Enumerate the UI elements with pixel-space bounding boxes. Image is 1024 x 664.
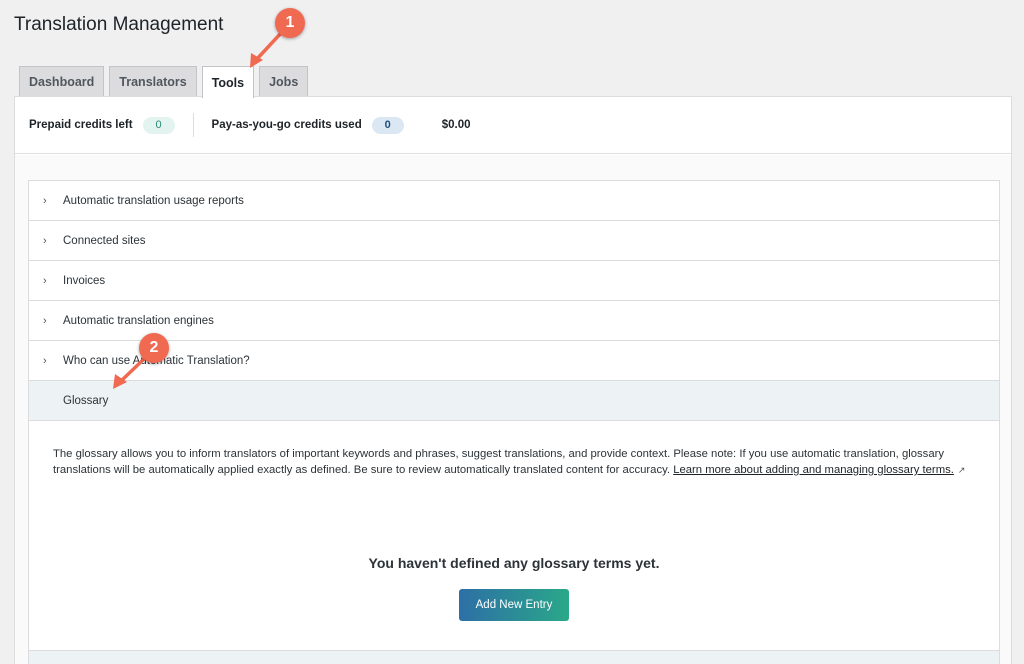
accordion-item-invoices[interactable]: › Invoices <box>29 261 999 301</box>
chevron-right-icon: › <box>43 314 47 327</box>
annotation-badge-1: 1 <box>275 8 305 38</box>
accordion-item-label: Invoices <box>63 274 106 287</box>
tools-accordion: › Automatic translation usage reports › … <box>28 180 1000 664</box>
divider <box>192 113 194 137</box>
tools-panel: Prepaid credits left 0 Pay-as-you-go cre… <box>14 96 1012 664</box>
tab-tools[interactable]: Tools <box>201 66 255 98</box>
accordion-item-connected-sites[interactable]: › Connected sites <box>29 221 999 261</box>
annotation-badge-2: 2 <box>139 333 169 363</box>
accordion-item-glossary[interactable]: Glossary <box>29 381 999 421</box>
page-title: Translation Management <box>14 14 224 35</box>
prepaid-credits-label: Prepaid credits left <box>29 119 133 131</box>
chevron-right-icon: › <box>43 274 47 287</box>
accordion-item-label: Automatic translation usage reports <box>63 194 244 207</box>
accordion-item-usage-reports[interactable]: › Automatic translation usage reports <box>29 181 999 221</box>
glossary-learn-more-link[interactable]: Learn more about adding and managing glo… <box>673 464 954 476</box>
chevron-right-icon: › <box>43 194 47 207</box>
accordion-item-label: Automatic translation engines <box>63 314 214 327</box>
payg-amount: $0.00 <box>441 119 471 131</box>
glossary-description: The glossary allows you to inform transl… <box>53 446 973 478</box>
payg-credits-badge: 0 <box>371 116 404 134</box>
chevron-right-icon: › <box>43 234 47 247</box>
accordion-item-label: Glossary <box>63 394 109 407</box>
add-new-entry-button[interactable]: Add New Entry <box>459 589 569 621</box>
accordion-footer <box>29 651 999 664</box>
external-link-icon: ↗ <box>957 465 966 475</box>
arrow-line <box>254 30 284 62</box>
tab-jobs[interactable]: Jobs <box>259 66 309 97</box>
payg-credits: Pay-as-you-go credits used 0 <box>211 116 404 134</box>
accordion-item-translation-engines[interactable]: › Automatic translation engines <box>29 301 999 341</box>
glossary-empty-message: You haven't defined any glossary terms y… <box>368 555 660 571</box>
accordion-item-who-can-use[interactable]: › Who can use Automatic Translation? <box>29 341 999 381</box>
prepaid-credits: Prepaid credits left 0 <box>29 116 175 134</box>
accordion-item-label: Connected sites <box>63 234 146 247</box>
prepaid-credits-badge: 0 <box>142 116 175 134</box>
glossary-panel: The glossary allows you to inform transl… <box>29 421 999 651</box>
tab-translators[interactable]: Translators <box>109 66 197 97</box>
credits-bar: Prepaid credits left 0 Pay-as-you-go cre… <box>15 97 1011 154</box>
tab-dashboard[interactable]: Dashboard <box>19 66 105 97</box>
chevron-right-icon: › <box>43 354 47 367</box>
tab-bar: Dashboard Translators Tools Jobs <box>19 66 309 98</box>
payg-credits-label: Pay-as-you-go credits used <box>211 119 362 131</box>
